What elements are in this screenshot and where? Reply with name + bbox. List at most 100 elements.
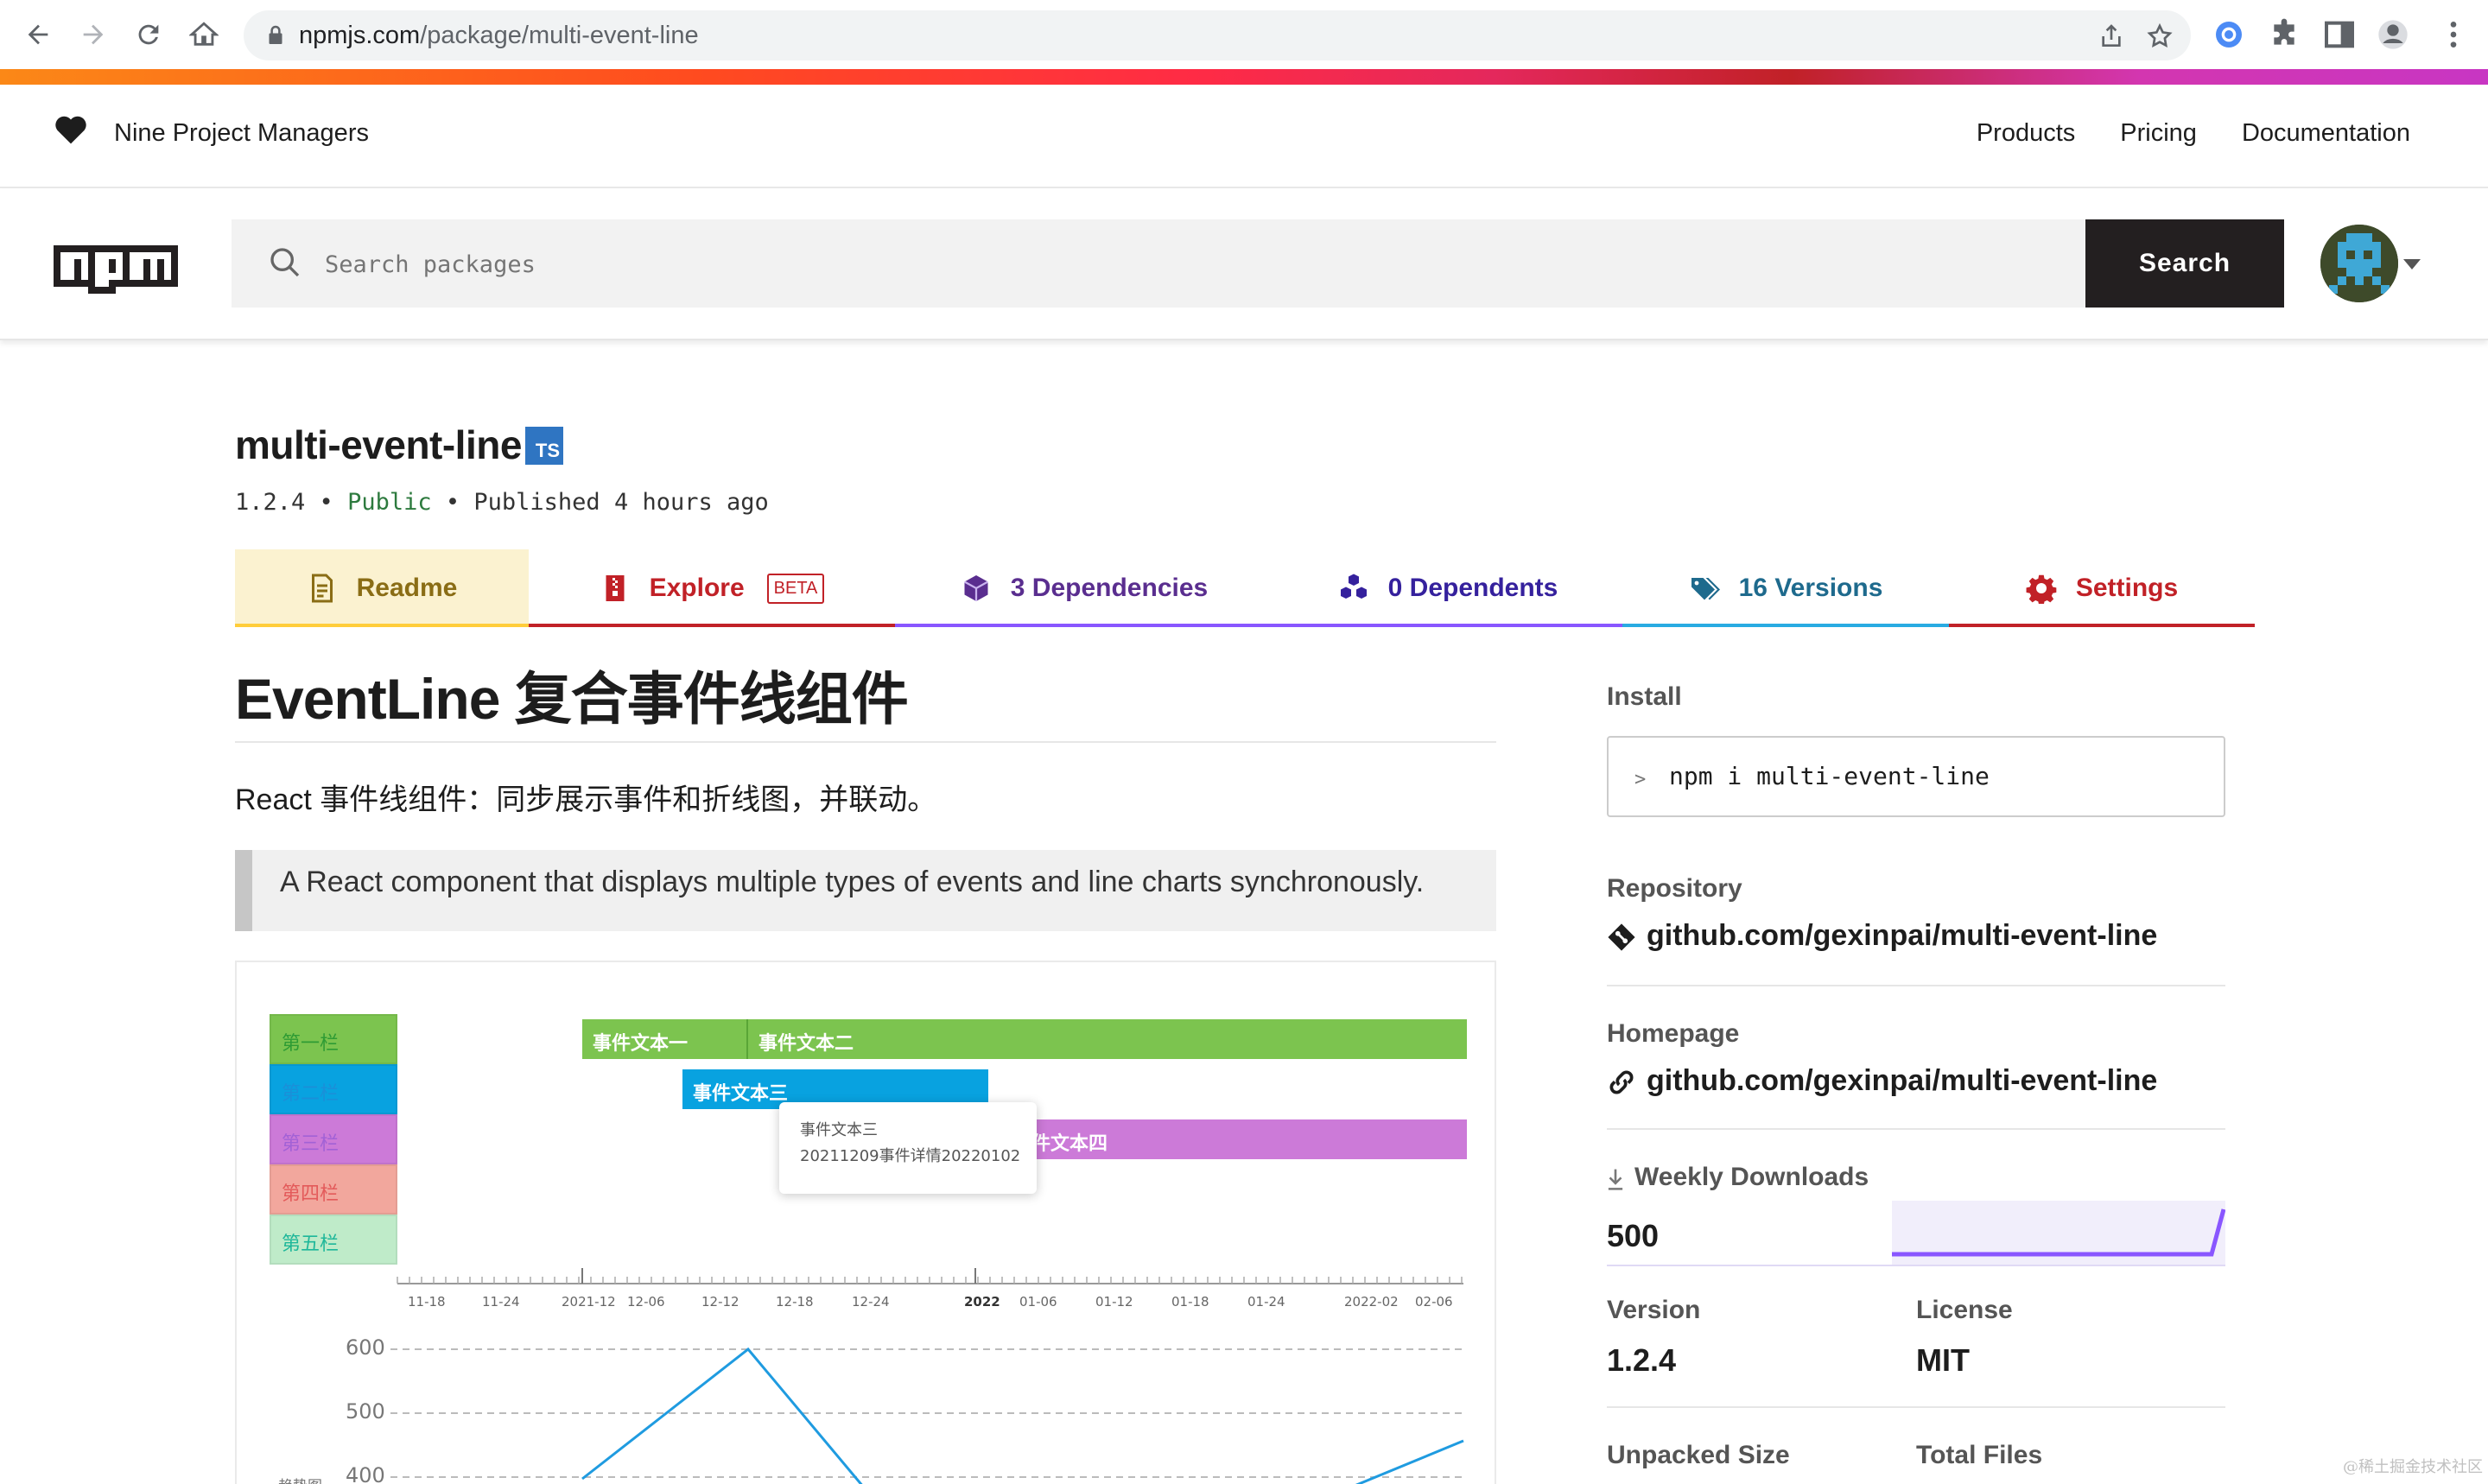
sidebar-divider: [1607, 985, 2225, 986]
readme-doc-icon: [311, 574, 333, 603]
link-chain-icon: [1609, 1070, 1634, 1094]
y-tick-label: 600: [346, 1335, 385, 1360]
unpacked-size-heading: Unpacked Size: [1607, 1441, 1790, 1469]
tab-explore-label: Explore: [649, 574, 745, 602]
sidebar-divider: [1607, 1128, 2225, 1130]
package-meta: 1.2.4 • Public • Published 4 hours ago: [235, 489, 769, 516]
search-header: Search: [0, 188, 2488, 340]
top-header: Nine Project Managers Products Pricing D…: [0, 85, 2488, 188]
axis-tick-label: 12-06: [627, 1294, 665, 1310]
downloads-sparkline: [1892, 1201, 2225, 1266]
license-heading: License: [1916, 1296, 2013, 1324]
tab-settings[interactable]: Settings: [1949, 549, 2255, 627]
axis-tick-label: 2021-12: [562, 1294, 616, 1310]
npm-motto[interactable]: Nine Project Managers: [114, 119, 369, 148]
weekly-downloads-value: 500: [1607, 1218, 1660, 1253]
readme-demo-image: 第一栏 第二栏 第三栏 第四栏 第五栏 事件文本一 事件文本二 事件文本三 事件…: [235, 961, 1496, 1484]
url-path: /package/multi-event-line: [420, 22, 699, 49]
homepage-link-text: github.com/gexinpai/multi-event-line: [1647, 1064, 2158, 1097]
git-diamond-icon: [1608, 923, 1635, 951]
npm-logo-icon[interactable]: [54, 245, 178, 294]
repository-link[interactable]: github.com/gexinpai/multi-event-line: [1608, 919, 2158, 953]
tab-dependencies[interactable]: 3 Dependencies: [895, 549, 1273, 627]
readme-intro: React 事件线组件：同步展示事件和折线图，并联动。: [235, 783, 937, 816]
heart-icon[interactable]: [54, 114, 88, 145]
top-nav: Products Pricing Documentation: [1977, 119, 2410, 148]
nav-products[interactable]: Products: [1977, 119, 2075, 148]
trend-chart-label: 趋势图: [278, 1474, 322, 1484]
readme-heading: EventLine 复合事件线组件: [235, 653, 1496, 743]
profile-icon[interactable]: [2376, 17, 2410, 52]
avatar[interactable]: [2320, 225, 2398, 302]
download-arrow-icon: [1608, 1169, 1623, 1190]
search-box: [232, 219, 2085, 308]
versions-tags-icon: [1691, 578, 1720, 600]
browser-toolbar: npmjs.com/package/multi-event-line: [0, 0, 2488, 69]
tab-readme[interactable]: Readme: [235, 549, 529, 627]
repository-heading: Repository: [1607, 874, 1742, 903]
extension-translate-icon[interactable]: [2212, 17, 2246, 52]
search-icon: [270, 248, 300, 277]
tab-settings-label: Settings: [2075, 574, 2179, 602]
total-files-heading: Total Files: [1916, 1441, 2043, 1469]
axis-tick-label: 2022: [964, 1294, 1000, 1310]
extensions-puzzle-icon[interactable]: [2267, 17, 2301, 52]
back-arrow-icon[interactable]: [19, 16, 57, 54]
bookmark-star-icon[interactable]: [2146, 22, 2174, 50]
install-command[interactable]: npm i multi-event-line: [1669, 762, 1990, 790]
beta-badge: BETA: [766, 573, 825, 604]
address-bar[interactable]: npmjs.com/package/multi-event-line: [244, 10, 2191, 60]
side-panel-icon[interactable]: [2322, 17, 2357, 52]
axis-tick-label: 12-12: [701, 1294, 739, 1310]
lock-icon[interactable]: [263, 22, 289, 48]
version-heading: Version: [1607, 1296, 1701, 1324]
url-text: npmjs.com/package/multi-event-line: [299, 22, 699, 50]
npm-brand-gradient-bar: [0, 69, 2488, 85]
tab-readme-label: Readme: [356, 574, 458, 602]
homepage-heading: Homepage: [1607, 1019, 1740, 1048]
axis-tick-label: 01-06: [1019, 1294, 1057, 1310]
install-command-box[interactable]: > npm i multi-event-line: [1607, 736, 2225, 817]
axis-tick-label: 01-18: [1171, 1294, 1209, 1310]
axis-tick-label: 12-18: [776, 1294, 814, 1310]
dependencies-box-icon: [963, 575, 988, 601]
tab-versions[interactable]: 16 Versions: [1622, 549, 1949, 627]
typescript-badge-icon: TS: [525, 427, 563, 465]
axis-tick-label: 01-12: [1095, 1294, 1133, 1310]
explore-zip-icon: [606, 575, 625, 601]
dependents-boxes-icon: [1340, 574, 1367, 599]
prompt-chevron-icon: >: [1634, 769, 1647, 790]
avatar-dropdown-caret-icon[interactable]: [2403, 259, 2421, 270]
menu-dots-icon[interactable]: [2436, 17, 2471, 52]
home-icon[interactable]: [185, 16, 223, 54]
search-input[interactable]: [325, 242, 1966, 287]
readme-blockquote: A React component that displays multiple…: [235, 850, 1496, 931]
nav-documentation[interactable]: Documentation: [2242, 119, 2410, 148]
tab-versions-label: 16 Versions: [1738, 574, 1883, 602]
nav-pricing[interactable]: Pricing: [2120, 119, 2197, 148]
timeline-axis: [390, 1268, 1464, 1484]
repository-link-text: github.com/gexinpai/multi-event-line: [1647, 919, 2158, 952]
search-button[interactable]: Search: [2085, 219, 2284, 308]
package-tabs: Readme Explore BETA 3 Dependencies 0 Dep…: [235, 549, 2255, 627]
reload-icon[interactable]: [130, 16, 168, 54]
tab-explore[interactable]: Explore BETA: [529, 549, 895, 627]
tab-dependents-label: 0 Dependents: [1387, 574, 1558, 602]
watermark-text: @稀土掘金技术社区: [2343, 1458, 2483, 1476]
forward-arrow-icon[interactable]: [74, 16, 112, 54]
user-avatar-icon: [2320, 225, 2398, 302]
weekly-downloads-heading: Weekly Downloads: [1634, 1163, 1869, 1191]
version-value: 1.2.4: [1607, 1342, 1677, 1378]
package-visibility: Public: [347, 489, 432, 516]
share-icon[interactable]: [2098, 22, 2125, 50]
tab-dependents[interactable]: 0 Dependents: [1273, 549, 1622, 627]
axis-tick-label: 11-24: [482, 1294, 520, 1310]
meta-separator: •: [305, 489, 348, 516]
url-host: npmjs.com: [299, 22, 421, 49]
package-title: multi-event-line: [235, 422, 522, 467]
axis-tick-label: 02-06: [1415, 1294, 1453, 1310]
y-tick-label: 500: [346, 1399, 385, 1424]
axis-tick-label: 2022-02: [1344, 1294, 1399, 1310]
homepage-link[interactable]: github.com/gexinpai/multi-event-line: [1609, 1064, 2158, 1098]
package-published: Published 4 hours ago: [473, 489, 769, 516]
